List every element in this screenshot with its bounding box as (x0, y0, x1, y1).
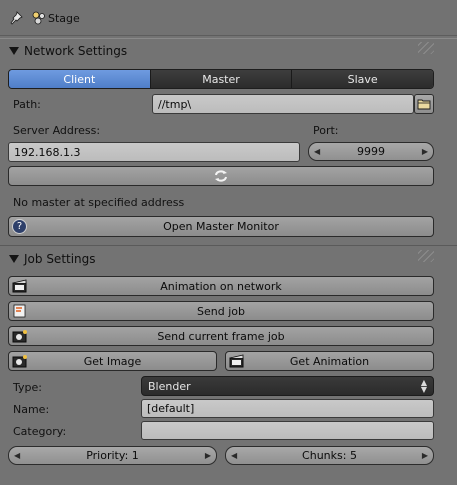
path-field[interactable]: //tmp\ (152, 94, 414, 114)
get-image-button[interactable]: Get Image (8, 351, 217, 371)
drag-grip-icon[interactable] (418, 42, 434, 54)
collapse-triangle-icon[interactable] (9, 255, 19, 263)
get-image-label: Get Image (83, 354, 142, 368)
folder-browse-button[interactable] (414, 94, 434, 114)
refresh-icon (215, 170, 227, 182)
mode-client-button[interactable]: Client (9, 70, 150, 88)
network-settings-title[interactable]: Network Settings (24, 44, 127, 58)
name-label: Name: (13, 403, 50, 416)
decrement-arrow-icon[interactable]: ◀ (231, 451, 237, 460)
category-field[interactable] (141, 421, 434, 440)
get-animation-button[interactable]: Get Animation (225, 351, 434, 371)
port-value: 9999 (357, 145, 385, 158)
mode-master-button[interactable]: Master (149, 70, 292, 88)
category-label: Category: (13, 425, 67, 438)
divider (0, 245, 457, 246)
camera-icon (12, 354, 28, 368)
chunks-field[interactable]: ◀ Chunks: 5 ▶ (225, 446, 434, 465)
priority-value: Priority: 1 (86, 449, 139, 462)
folder-icon (417, 99, 431, 110)
open-master-monitor-button[interactable]: ? Open Master Monitor (8, 216, 434, 237)
animation-on-network-button[interactable]: Animation on network (8, 276, 434, 296)
get-animation-label: Get Animation (289, 354, 370, 368)
scene-name: Stage (48, 12, 80, 25)
send-current-frame-job-button[interactable]: Send current frame job (8, 326, 434, 346)
dropdown-arrows-icon: ▲ ▼ (420, 378, 427, 394)
increment-arrow-icon[interactable]: ▶ (422, 451, 428, 460)
send-job-label: Send job (197, 304, 245, 318)
decrement-arrow-icon[interactable]: ◀ (314, 147, 320, 156)
port-field[interactable]: ◀ 9999 ▶ (308, 142, 434, 161)
refresh-button[interactable] (8, 166, 434, 186)
help-icon: ? (12, 219, 27, 234)
drag-grip-icon[interactable] (418, 250, 434, 262)
render-icon (12, 304, 28, 318)
path-label: Path: (13, 98, 41, 111)
type-label: Type: (13, 381, 42, 394)
name-field[interactable]: [default] (141, 399, 434, 418)
mode-slave-button[interactable]: Slave (291, 70, 433, 88)
animation-on-network-label: Animation on network (160, 279, 282, 293)
open-master-monitor-label: Open Master Monitor (163, 220, 279, 233)
increment-arrow-icon[interactable]: ▶ (422, 147, 428, 156)
job-settings-title[interactable]: Job Settings (24, 252, 96, 266)
status-message: No master at specified address (13, 196, 185, 209)
pin-icon[interactable] (9, 11, 23, 25)
camera-icon (12, 329, 28, 343)
server-address-label: Server Address: (13, 124, 101, 137)
decrement-arrow-icon[interactable]: ◀ (14, 451, 20, 460)
collapse-triangle-icon[interactable] (9, 47, 19, 55)
type-value: Blender (148, 379, 191, 393)
mode-selector: Client Master Slave (8, 69, 434, 89)
scene-icon (31, 10, 47, 26)
type-dropdown[interactable]: Blender ▲ ▼ (141, 376, 434, 396)
send-current-frame-job-label: Send current frame job (157, 329, 285, 343)
priority-field[interactable]: ◀ Priority: 1 ▶ (8, 446, 217, 465)
port-label: Port: (313, 124, 339, 137)
server-address-field[interactable]: 192.168.1.3 (8, 142, 300, 162)
clapperboard-icon (229, 354, 245, 368)
clapperboard-icon (12, 279, 28, 293)
chunks-value: Chunks: 5 (302, 449, 357, 462)
divider (0, 38, 457, 39)
send-job-button[interactable]: Send job (8, 301, 434, 321)
increment-arrow-icon[interactable]: ▶ (205, 451, 211, 460)
